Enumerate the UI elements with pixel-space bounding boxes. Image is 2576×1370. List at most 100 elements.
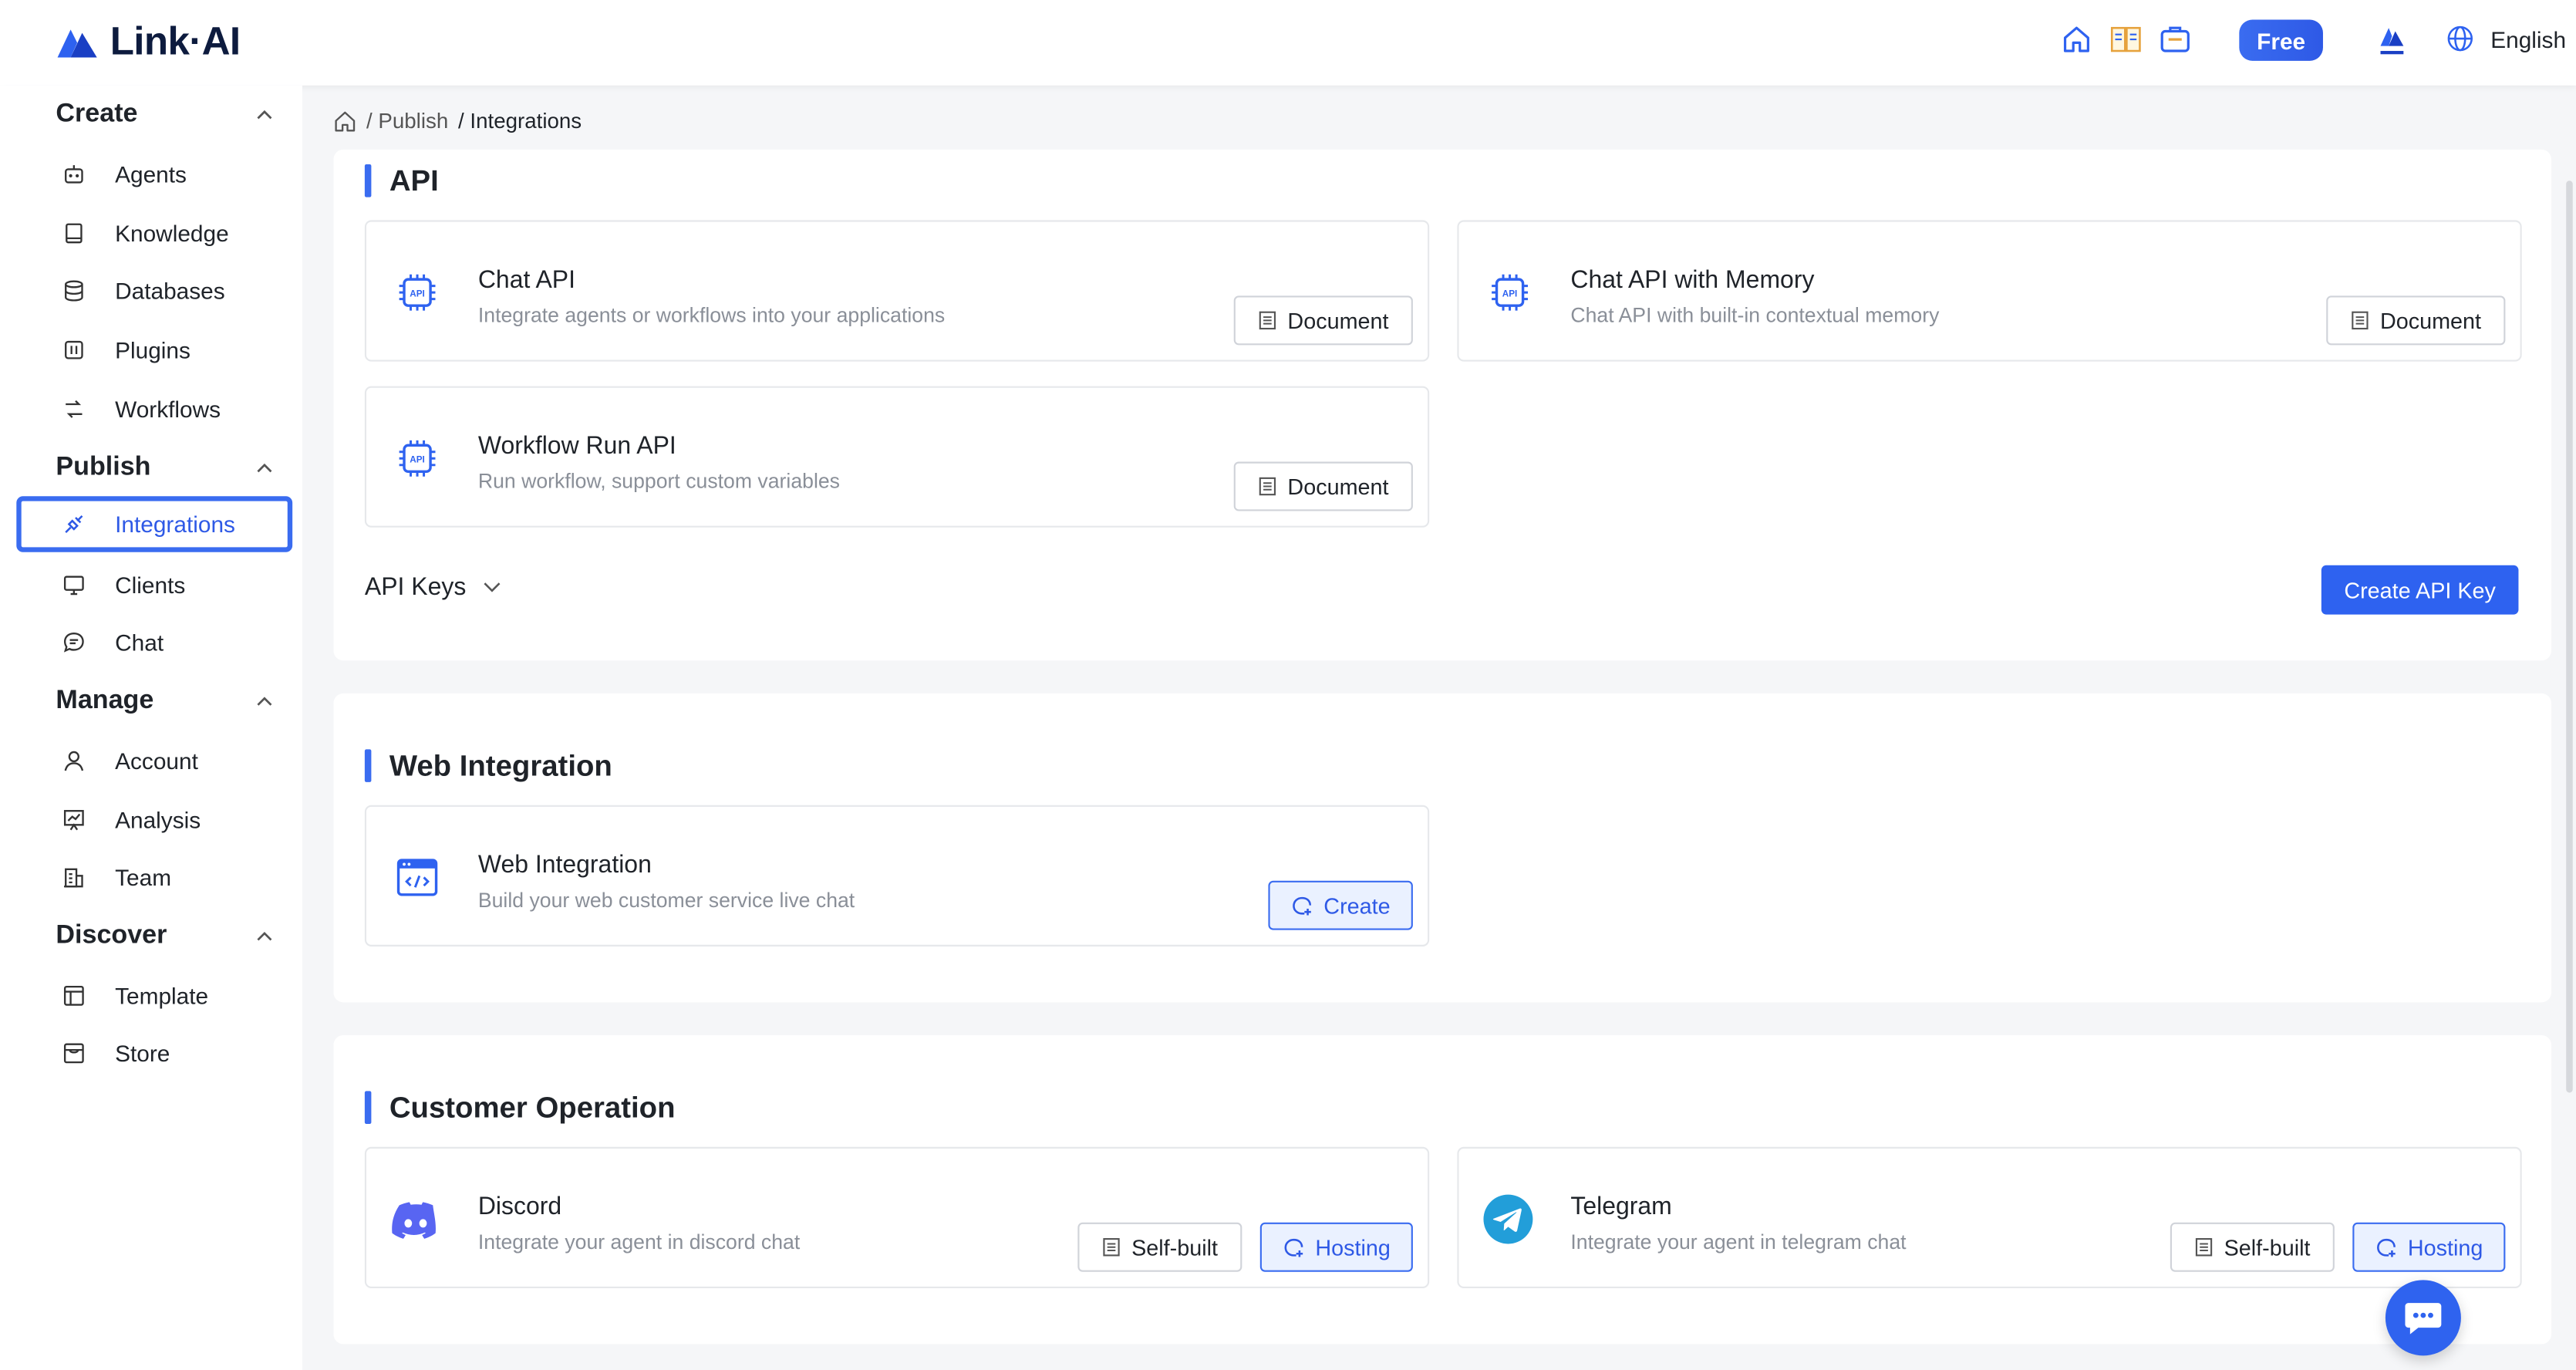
- chevron-up-icon: [257, 931, 272, 941]
- plugin-icon: [65, 340, 83, 359]
- chat-add-icon: [1292, 896, 1311, 915]
- logo[interactable]: Link·AI: [54, 20, 241, 66]
- logo-icon: [57, 29, 97, 58]
- language-label: English: [2490, 25, 2567, 52]
- card-description: Build your web customer service live cha…: [477, 889, 855, 913]
- document-icon: [2351, 311, 2368, 330]
- create-web-integration-button[interactable]: Create: [1268, 880, 1413, 930]
- home-icon[interactable]: [333, 110, 356, 133]
- button-label: Create: [1323, 893, 1391, 918]
- plan-free-button[interactable]: Free: [2239, 19, 2323, 61]
- language-selector[interactable]: English: [2446, 25, 2566, 52]
- button-label: Document: [1287, 308, 1389, 333]
- sidebar-item-team[interactable]: Team: [16, 849, 292, 905]
- document-button[interactable]: Document: [1233, 461, 1413, 511]
- customer-section-title: Customer Operation: [365, 1089, 676, 1125]
- sidebar-item-knowledge[interactable]: Knowledge: [16, 205, 292, 261]
- globe-icon: [2447, 25, 2473, 52]
- document-icon: [1259, 311, 1276, 330]
- customer-operation-panel: Customer Operation Discord Integrate you…: [333, 1034, 2552, 1345]
- user-avatar[interactable]: [2375, 23, 2409, 59]
- card-title: Chat API with Memory: [1570, 266, 1815, 295]
- hosting-button[interactable]: Hosting: [1259, 1222, 1413, 1272]
- section-title: Publish: [56, 453, 151, 482]
- svg-text:API: API: [410, 455, 425, 465]
- sidebar-item-label: Knowledge: [115, 220, 229, 247]
- card-title: Web Integration: [477, 851, 652, 879]
- template-icon: [63, 985, 84, 1006]
- telegram-icon: [1483, 1194, 1533, 1244]
- api-keys-label: API Keys: [364, 573, 467, 602]
- chevron-up-icon: [257, 697, 272, 706]
- integration-plug-icon: [65, 515, 83, 534]
- web-integration-card: Web Integration Build your web customer …: [364, 805, 1430, 947]
- sidebar-item-clients[interactable]: Clients: [16, 557, 292, 612]
- chevron-up-icon: [257, 110, 272, 120]
- sidebar-item-label: Clients: [115, 572, 186, 599]
- docs-book-icon[interactable]: [2109, 23, 2143, 56]
- api-keys-toggle[interactable]: API Keys: [364, 573, 501, 602]
- sidebar-section-discover[interactable]: Discover: [56, 919, 272, 955]
- create-api-key-button[interactable]: Create API Key: [2321, 565, 2519, 615]
- briefcase-icon[interactable]: [2159, 23, 2192, 56]
- svg-text:API: API: [410, 289, 425, 299]
- sidebar-item-label: Agents: [115, 160, 187, 187]
- sidebar-item-label: Integrations: [115, 511, 235, 538]
- sidebar: Create Agents Knowledge Databases Plugin…: [0, 85, 302, 1370]
- vertical-scrollbar[interactable]: [2566, 181, 2573, 1093]
- discord-card: Discord Integrate your agent in discord …: [364, 1146, 1430, 1288]
- sidebar-section-publish[interactable]: Publish: [56, 450, 272, 487]
- discord-icon: [392, 1202, 436, 1239]
- sidebar-section-manage[interactable]: Manage: [56, 683, 272, 720]
- top-icons: [2060, 23, 2191, 56]
- workflow-run-api-card: API Workflow Run API Run workflow, suppo…: [364, 386, 1430, 528]
- workflow-icon: [66, 400, 83, 418]
- sidebar-item-label: Databases: [115, 277, 225, 305]
- self-built-button[interactable]: Self-built: [1077, 1222, 1242, 1272]
- sidebar-item-label: Account: [115, 747, 198, 774]
- button-label: Self-built: [1131, 1234, 1218, 1260]
- breadcrumb: / Publish / Integrations: [333, 109, 582, 133]
- section-title: Discover: [56, 921, 167, 950]
- telegram-card: Telegram Integrate your agent in telegra…: [1457, 1146, 2522, 1288]
- hosting-button[interactable]: Hosting: [2352, 1222, 2506, 1272]
- card-description: Integrate your agent in telegram chat: [1570, 1230, 1907, 1254]
- sidebar-item-label: Workflows: [115, 396, 221, 423]
- sidebar-item-integrations[interactable]: Integrations: [16, 496, 293, 552]
- sidebar-item-plugins[interactable]: Plugins: [16, 322, 292, 377]
- api-chip-icon: API: [1492, 274, 1528, 311]
- sidebar-item-label: Analysis: [115, 806, 201, 833]
- sidebar-item-databases[interactable]: Databases: [16, 263, 292, 319]
- chevron-up-icon: [257, 463, 272, 473]
- sidebar-item-workflows[interactable]: Workflows: [16, 381, 292, 437]
- document-button[interactable]: Document: [1233, 295, 1413, 346]
- web-section-title: Web Integration: [365, 747, 612, 784]
- sidebar-item-label: Team: [115, 864, 172, 891]
- sidebar-item-label: Chat: [115, 629, 164, 656]
- home-icon[interactable]: [2060, 23, 2093, 56]
- breadcrumb-integrations: / Integrations: [458, 108, 582, 133]
- breadcrumb-publish[interactable]: / Publish: [366, 109, 448, 133]
- sidebar-section-create[interactable]: Create: [56, 97, 272, 133]
- api-panel: API API Chat API Integrate agents or wor…: [333, 149, 2552, 661]
- sidebar-item-store[interactable]: Store: [16, 1025, 292, 1081]
- chevron-down-icon: [483, 582, 500, 592]
- web-integration-panel: Web Integration Web Integration Build yo…: [333, 693, 2552, 1003]
- card-description: Chat API with built-in contextual memory: [1570, 304, 1940, 327]
- sidebar-item-agents[interactable]: Agents: [16, 147, 292, 202]
- support-chat-button[interactable]: [2385, 1280, 2461, 1356]
- sidebar-item-label: Plugins: [115, 336, 191, 363]
- document-icon: [1102, 1238, 1120, 1257]
- self-built-button[interactable]: Self-built: [2170, 1222, 2335, 1272]
- button-label: Hosting: [2407, 1234, 2483, 1260]
- book-icon: [66, 223, 83, 244]
- document-icon: [1259, 477, 1276, 496]
- document-button[interactable]: Document: [2326, 295, 2506, 346]
- chat-api-card: API Chat API Integrate agents or workflo…: [364, 220, 1430, 362]
- sidebar-item-analysis[interactable]: Analysis: [16, 792, 292, 848]
- sidebar-item-chat[interactable]: Chat: [16, 615, 292, 670]
- document-icon: [2195, 1238, 2212, 1257]
- section-title: Manage: [56, 687, 154, 715]
- sidebar-item-template[interactable]: Template: [16, 968, 292, 1024]
- sidebar-item-account[interactable]: Account: [16, 733, 292, 788]
